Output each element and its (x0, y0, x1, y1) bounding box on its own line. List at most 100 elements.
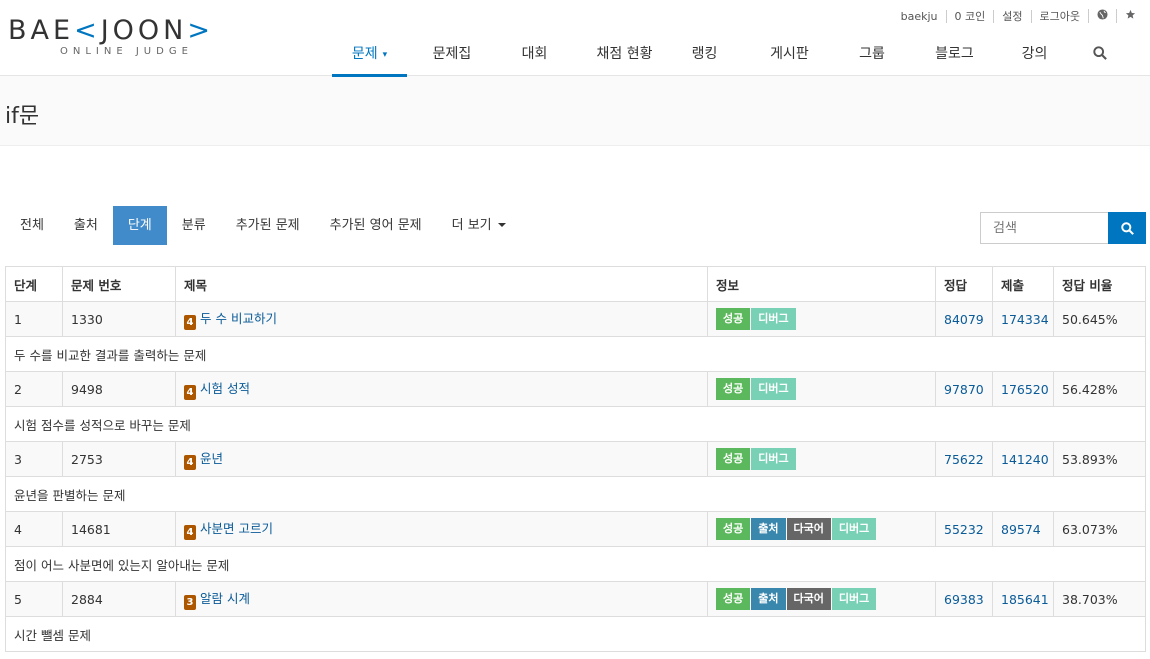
table-header-row: 단계 문제 번호 제목 정보 정답 제출 정답 비율 (5, 266, 1146, 302)
correct-count-link[interactable]: 84079 (944, 312, 984, 327)
submit-count-link[interactable]: 185641 (1001, 592, 1049, 607)
table-description-row: 윤년을 판별하는 문제 (5, 476, 1146, 512)
label-debug[interactable]: 디버그 (831, 518, 877, 540)
cell-submit: 176520 (992, 371, 1054, 407)
col-header-correct[interactable]: 정답 (935, 266, 993, 302)
cell-info: 성공 출처 다국어 디버그 (707, 581, 936, 617)
col-header-step[interactable]: 단계 (5, 266, 63, 302)
nav-lecture[interactable]: 강의 (1012, 36, 1057, 77)
tab-source[interactable]: 출처 (59, 206, 113, 245)
tier-badge-icon: 4 (184, 315, 196, 330)
nav-search[interactable] (1057, 36, 1142, 77)
label-debug[interactable]: 디버그 (831, 588, 877, 610)
cell-title: 4 시험 성적 (175, 371, 708, 407)
search-icon (1092, 46, 1107, 60)
problem-title-link[interactable]: 윤년 (200, 451, 223, 466)
col-header-problem-id[interactable]: 문제 번호 (62, 266, 176, 302)
nav-status[interactable]: 채점 현황 (572, 36, 677, 77)
cell-submit: 89574 (992, 511, 1054, 547)
coins-link[interactable]: 0 코인 (945, 9, 994, 23)
globe-icon[interactable] (1088, 9, 1116, 23)
label-success[interactable]: 성공 (716, 448, 751, 470)
table-description-row: 시험 점수를 성적으로 바꾸는 문제 (5, 406, 1146, 442)
cell-correct: 97870 (935, 371, 993, 407)
label-source[interactable]: 출처 (751, 518, 786, 540)
tab-more[interactable]: 더 보기 (437, 206, 521, 245)
problem-table: 단계 문제 번호 제목 정보 정답 제출 정답 비율 1 1330 4 두 수 비… (5, 266, 1146, 652)
nav-board[interactable]: 게시판 (732, 36, 847, 77)
cell-info: 성공 디버그 (707, 301, 936, 337)
table-row: 1 1330 4 두 수 비교하기 성공 디버그 84079 174334 50.6… (5, 301, 1146, 337)
tab-all[interactable]: 전체 (5, 206, 59, 245)
submit-count-link[interactable]: 174334 (1001, 312, 1049, 327)
label-success[interactable]: 성공 (716, 308, 751, 330)
label-debug[interactable]: 디버그 (751, 378, 796, 400)
cell-correct: 75622 (935, 441, 993, 477)
tab-step[interactable]: 단계 (112, 206, 167, 245)
cell-step: 5 (5, 581, 63, 617)
search-input[interactable] (980, 212, 1108, 244)
logout-link[interactable]: 로그아웃 (1030, 9, 1088, 23)
site-header: BAE<JOON> ONLINE JUDGE baekju 0 코인 설정 로그… (0, 0, 1150, 77)
site-logo[interactable]: BAE<JOON> ONLINE JUDGE (8, 14, 258, 57)
submit-count-link[interactable]: 89574 (1001, 522, 1041, 537)
col-header-ratio[interactable]: 정답 비율 (1053, 266, 1146, 302)
label-debug[interactable]: 디버그 (751, 448, 796, 470)
tab-added-english-problems[interactable]: 추가된 영어 문제 (315, 206, 437, 245)
correct-count-link[interactable]: 69383 (944, 592, 984, 607)
submit-count-link[interactable]: 141240 (1001, 452, 1049, 467)
cell-info: 성공 출처 다국어 디버그 (707, 511, 936, 547)
cell-ratio: 63.073% (1053, 511, 1146, 547)
problem-title-link[interactable]: 사분면 고르기 (200, 521, 273, 536)
cell-problem-id: 9498 (62, 371, 176, 407)
nav-group[interactable]: 그룹 (847, 36, 897, 77)
correct-count-link[interactable]: 75622 (944, 452, 984, 467)
label-success[interactable]: 성공 (716, 378, 751, 400)
label-success[interactable]: 성공 (716, 518, 751, 540)
label-multilingual[interactable]: 다국어 (786, 518, 831, 540)
table-row: 2 9498 4 시험 성적 성공 디버그 97870 176520 56.428% (5, 371, 1146, 407)
col-header-submit[interactable]: 제출 (992, 266, 1054, 302)
star-icon[interactable] (1116, 9, 1144, 23)
problem-search (980, 212, 1146, 244)
col-header-title[interactable]: 제목 (175, 266, 708, 302)
user-link[interactable]: baekju (893, 10, 946, 23)
problem-title-link[interactable]: 알람 시계 (200, 591, 250, 606)
search-button[interactable] (1108, 212, 1146, 244)
page-header: if문 (0, 76, 1150, 146)
cell-title: 3 알람 시계 (175, 581, 708, 617)
cell-submit: 174334 (992, 301, 1054, 337)
label-source[interactable]: 출처 (751, 588, 786, 610)
submit-count-link[interactable]: 176520 (1001, 382, 1049, 397)
settings-link[interactable]: 설정 (993, 9, 1030, 23)
cell-step: 3 (5, 441, 63, 477)
problem-description: 윤년을 판별하는 문제 (5, 476, 1146, 512)
cell-info: 성공 디버그 (707, 371, 936, 407)
problem-title-link[interactable]: 두 수 비교하기 (200, 311, 277, 326)
cell-step: 2 (5, 371, 63, 407)
cell-correct: 69383 (935, 581, 993, 617)
cell-title: 4 두 수 비교하기 (175, 301, 708, 337)
problem-description: 점이 어느 사분면에 있는지 알아내는 문제 (5, 546, 1146, 582)
logo-wordmark: BAE<JOON> (8, 15, 214, 46)
chevron-down-icon: ▾ (382, 50, 388, 60)
problem-title-link[interactable]: 시험 성적 (200, 381, 250, 396)
cell-title: 4 사분면 고르기 (175, 511, 708, 547)
label-success[interactable]: 성공 (716, 588, 751, 610)
table-row: 3 2753 4 윤년 성공 디버그 75622 141240 53.893% (5, 441, 1146, 477)
nav-workbook[interactable]: 문제집 (407, 36, 497, 77)
nav-blog[interactable]: 블로그 (897, 36, 1012, 77)
nav-ranking[interactable]: 랭킹 (677, 36, 732, 77)
label-debug[interactable]: 디버그 (751, 308, 796, 330)
label-multilingual[interactable]: 다국어 (786, 588, 831, 610)
main-nav: 문제 ▾ 문제집 대회 채점 현황 랭킹 게시판 그룹 블로그 강의 (332, 36, 1142, 77)
tab-category[interactable]: 분류 (167, 206, 221, 245)
cell-step: 4 (5, 511, 63, 547)
correct-count-link[interactable]: 55232 (944, 522, 984, 537)
correct-count-link[interactable]: 97870 (944, 382, 984, 397)
problem-description: 시험 점수를 성적으로 바꾸는 문제 (5, 406, 1146, 442)
nav-problems[interactable]: 문제 ▾ (332, 36, 407, 77)
tab-added-problems[interactable]: 추가된 문제 (221, 206, 315, 245)
nav-contest[interactable]: 대회 (497, 36, 572, 77)
table-description-row: 점이 어느 사분면에 있는지 알아내는 문제 (5, 546, 1146, 582)
